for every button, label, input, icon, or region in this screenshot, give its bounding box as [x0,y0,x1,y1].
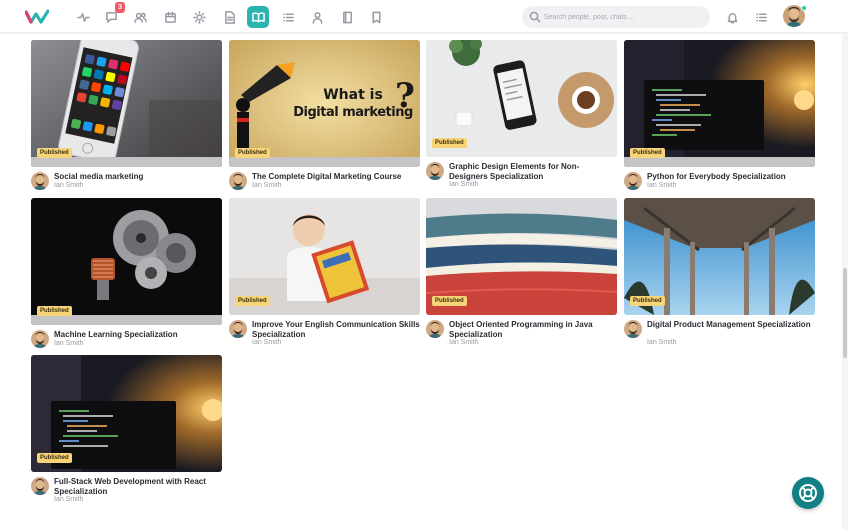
list-icon[interactable] [277,6,299,28]
course-title[interactable]: Social media marketing [54,172,222,182]
published-badge: Published [432,296,467,306]
scrollbar-thumb[interactable] [843,268,847,358]
menu-icon[interactable] [750,6,772,28]
help-lifebuoy-icon [799,484,817,502]
published-badge: Published [235,148,270,158]
course-thumbnail[interactable]: Published [31,40,222,167]
online-status-dot [801,5,807,11]
chat-badge: 3 [115,2,125,13]
author-avatar[interactable] [426,162,444,180]
course-card[interactable]: What is Digital marketing ? Published Th… [229,40,420,194]
course-card[interactable]: Published Object Oriented Programming in… [426,198,617,346]
course-author[interactable]: Ian Smith [647,182,677,189]
search-bar[interactable] [522,6,710,28]
app-logo[interactable] [25,9,49,25]
course-author[interactable]: Ian Smith [54,182,84,189]
search-input[interactable] [544,6,704,28]
course-title[interactable]: Object Oriented Programming in Java Spec… [449,320,617,340]
course-card[interactable]: Published Social media marketing Ian Smi… [31,40,222,194]
activity-icon[interactable] [72,6,94,28]
published-badge: Published [37,453,72,463]
course-thumbnail[interactable]: Published [31,198,222,325]
author-avatar[interactable] [426,320,444,338]
bell-icon[interactable] [721,6,743,28]
author-avatar[interactable] [229,320,247,338]
course-title[interactable]: Machine Learning Specialization [54,330,222,340]
course-thumbnail[interactable]: Published [31,355,222,472]
course-thumbnail[interactable]: Published [426,198,617,315]
published-badge: Published [630,148,665,158]
page-scrollbar[interactable] [842,33,848,530]
open-book-icon[interactable] [247,6,269,28]
course-card[interactable]: Published Digital Product Management Spe… [624,198,815,346]
course-thumbnail[interactable]: Published [624,198,815,315]
published-badge: Published [37,306,72,316]
course-title[interactable]: Graphic Design Elements for Non-Designer… [449,162,617,182]
author-avatar[interactable] [31,477,49,495]
course-card[interactable]: Published Graphic Design Elements for No… [426,40,617,188]
course-card[interactable]: Published Improve Your English Communica… [229,198,420,346]
course-author[interactable]: Ian Smith [252,182,282,189]
author-avatar[interactable] [624,172,642,190]
author-avatar[interactable] [624,320,642,338]
course-author[interactable]: Ian Smith [647,339,677,346]
top-navigation-bar: 3 [0,0,848,33]
published-badge: Published [37,148,72,158]
author-avatar[interactable] [31,330,49,348]
course-thumbnail[interactable]: Published [624,40,815,167]
course-title[interactable]: Digital Product Management Specializatio… [647,320,815,330]
question-mark-icon: ? [395,76,415,116]
course-thumbnail[interactable]: Published [426,40,617,157]
course-title[interactable]: Improve Your English Communication Skill… [252,320,420,340]
course-thumbnail[interactable]: Published [229,198,420,315]
course-thumbnail[interactable]: What is Digital marketing ? Published [229,40,420,167]
calendar-icon[interactable] [159,6,181,28]
course-card[interactable]: Published Full-Stack Web Development wit… [31,355,222,503]
sun-icon[interactable] [188,6,210,28]
course-author[interactable]: Ian Smith [54,340,84,347]
course-title[interactable]: The Complete Digital Marketing Course [252,172,420,182]
book-icon[interactable] [336,6,358,28]
user-icon[interactable] [306,6,328,28]
bookmark-icon[interactable] [365,6,387,28]
author-avatar[interactable] [229,172,247,190]
search-icon [529,11,541,23]
course-author[interactable]: Ian Smith [54,496,84,503]
course-card[interactable]: Published Machine Learning Specializatio… [31,198,222,352]
course-author[interactable]: Ian Smith [449,181,479,188]
published-badge: Published [630,296,665,306]
help-button[interactable] [792,477,824,509]
course-title[interactable]: Python for Everybody Specialization [647,172,815,182]
users-icon[interactable] [129,6,151,28]
published-badge: Published [432,138,467,148]
course-title[interactable]: Full-Stack Web Development with React Sp… [54,477,222,497]
published-badge: Published [235,296,270,306]
course-author[interactable]: Ian Smith [252,339,282,346]
course-author[interactable]: Ian Smith [449,339,479,346]
course-card[interactable]: Published Python for Everybody Specializ… [624,40,815,194]
document-icon[interactable] [218,6,240,28]
author-avatar[interactable] [31,172,49,190]
